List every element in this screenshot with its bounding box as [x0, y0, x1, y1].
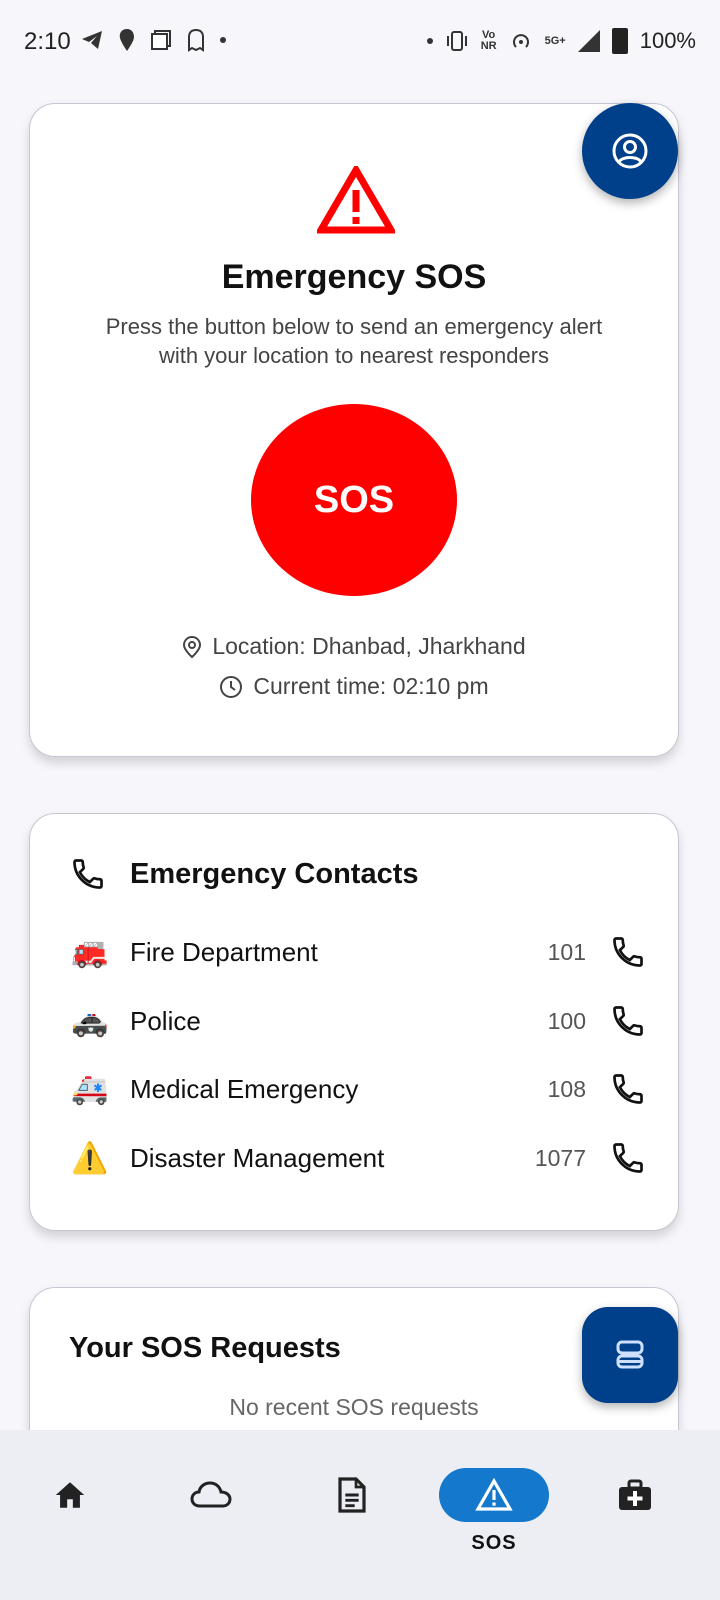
current-time-text: Current time: 02:10 pm: [253, 673, 489, 699]
nav-pill: [580, 1468, 690, 1522]
nav-home[interactable]: [20, 1468, 120, 1578]
battery-icon: [611, 28, 628, 54]
nav-pill-active: [439, 1468, 549, 1522]
robot-icon: [616, 1340, 644, 1369]
call-button[interactable]: [608, 1069, 648, 1109]
nav-pill: [156, 1468, 266, 1522]
contact-number: 100: [547, 1007, 586, 1034]
signal-icon: [577, 30, 600, 52]
warning-icon: ⚠️: [71, 1141, 109, 1175]
contact-number: 101: [547, 938, 586, 965]
cloud-icon: [190, 1481, 232, 1508]
hotspot-icon: [512, 34, 529, 48]
contact-number: 108: [547, 1075, 586, 1102]
nav-weather[interactable]: [161, 1468, 261, 1578]
profile-button[interactable]: [582, 103, 678, 199]
warning-icon: [475, 1478, 513, 1511]
fire-engine-icon: 🚒: [71, 935, 109, 969]
medical-kit-icon: [619, 1479, 651, 1510]
contacts-title: Emergency Contacts: [130, 857, 419, 890]
phone-icon: [613, 1006, 643, 1036]
contact-name: Fire Department: [130, 936, 318, 967]
call-button[interactable]: [608, 1138, 648, 1178]
bottom-navigation: SOS: [0, 1430, 720, 1600]
sos-title: Emergency SOS: [221, 258, 487, 296]
notification-icons: [80, 28, 226, 52]
emergency-sos-card: Emergency SOS Press the button below to …: [29, 103, 679, 757]
phone-icon: [613, 1074, 643, 1104]
document-icon: [338, 1477, 366, 1513]
dot-icon: [426, 38, 433, 44]
sos-button[interactable]: SOS: [251, 404, 457, 596]
telegram-icon: [82, 31, 102, 49]
more-notifications-dot: [220, 37, 226, 43]
ghost-icon: [188, 28, 204, 52]
contact-name: Medical Emergency: [130, 1073, 359, 1104]
contact-row-police[interactable]: 🚓 Police 100: [68, 996, 648, 1046]
clock-icon: [220, 675, 243, 698]
contact-name: Disaster Management: [130, 1142, 385, 1173]
contact-name: Police: [130, 1005, 201, 1036]
phone-icon: [73, 859, 103, 889]
vibrate-icon: [446, 31, 467, 51]
nav-label: SOS: [471, 1532, 517, 1554]
contact-row-fire[interactable]: 🚒 Fire Department 101: [68, 927, 648, 977]
police-car-icon: 🚓: [71, 1004, 109, 1038]
location-pin-icon: [183, 635, 202, 658]
phone-icon: [613, 937, 643, 967]
sos-description: Press the button below to send an emerge…: [105, 314, 603, 368]
nav-medical-kit[interactable]: [585, 1468, 685, 1578]
contact-number: 1077: [534, 1144, 586, 1171]
location-row: Location: Dhanbad, Jharkhand: [30, 633, 678, 660]
phone-icon: [613, 1143, 643, 1173]
nav-pill: [297, 1468, 407, 1522]
contacts-header: Emergency Contacts: [70, 856, 419, 892]
swiggy-icon: [119, 29, 134, 51]
time-row: Current time: 02:10 pm: [30, 673, 678, 700]
nav-pill: [15, 1468, 125, 1522]
contact-row-medical[interactable]: 🚑 Medical Emergency 108: [68, 1064, 648, 1114]
requests-empty-text: No recent SOS requests: [229, 1394, 479, 1420]
nav-documents[interactable]: [302, 1468, 402, 1578]
network-type: 5G+: [544, 34, 566, 47]
status-time: 2:10: [24, 28, 71, 55]
account-circle-icon: [612, 133, 648, 169]
requests-title: Your SOS Requests: [69, 1332, 341, 1364]
call-button[interactable]: [608, 1001, 648, 1041]
system-icons: Vo NR 5G+ 100%: [426, 28, 696, 54]
vonr-icon: Vo NR: [480, 29, 497, 52]
warning-icon: [317, 166, 395, 234]
assistant-bot-button[interactable]: [582, 1307, 678, 1403]
nav-sos[interactable]: SOS: [439, 1468, 549, 1578]
home-icon: [55, 1482, 85, 1508]
call-button[interactable]: [608, 932, 648, 972]
copy-icon: [151, 30, 171, 50]
contact-row-disaster[interactable]: ⚠️ Disaster Management 1077: [68, 1133, 648, 1183]
ambulance-icon: 🚑: [71, 1072, 109, 1106]
emergency-contacts-card: Emergency Contacts 🚒 Fire Department 101…: [29, 813, 679, 1231]
location-text: Location: Dhanbad, Jharkhand: [212, 633, 526, 659]
battery-percent: 100%: [639, 28, 696, 53]
status-bar: 2:10 Vo NR 5G+ 100%: [0, 0, 720, 88]
